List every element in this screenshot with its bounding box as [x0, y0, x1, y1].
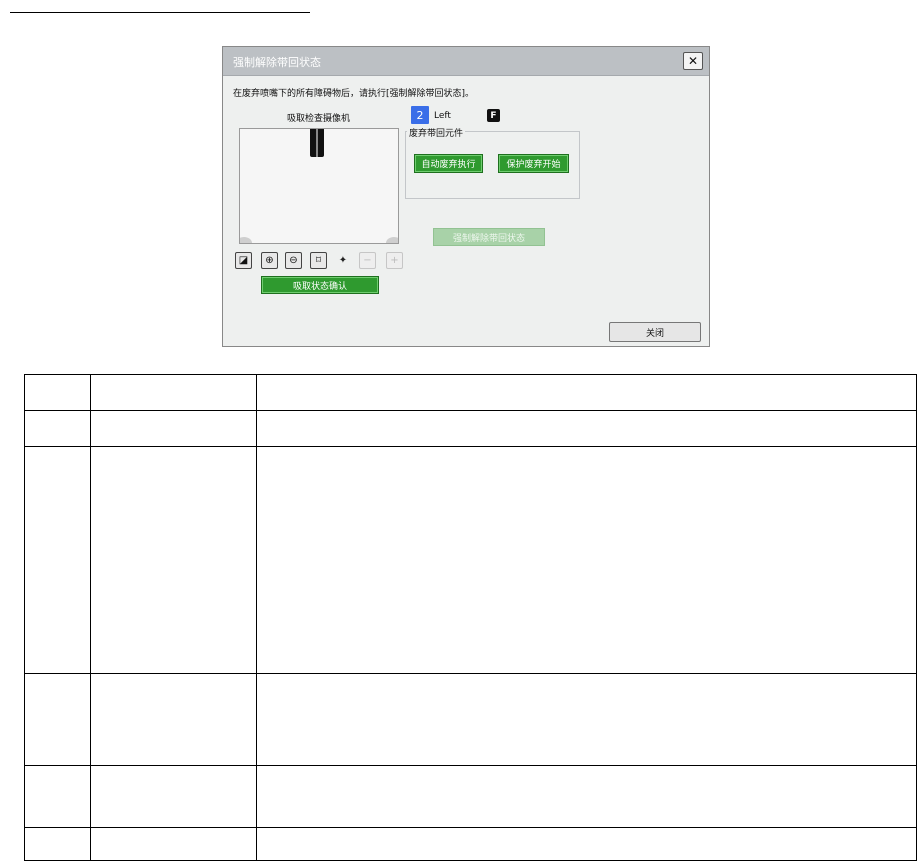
- table-cell: [24, 673, 91, 766]
- table-cell: [90, 827, 257, 861]
- nozzle-slit: [316, 129, 318, 157]
- table-row: [24, 673, 917, 766]
- light-icon[interactable]: ✦: [336, 252, 350, 269]
- dialog-titlebar: 强制解除带回状态 ✕: [223, 47, 709, 76]
- table-cell: [24, 374, 91, 411]
- table-cell: [24, 410, 91, 447]
- plus-icon[interactable]: +: [386, 252, 403, 269]
- table-cell: [256, 827, 917, 861]
- force-release-dialog: 强制解除带回状态 ✕ 在废弃喷嘴下的所有障碍物后，请执行[强制解除带回状态]。 …: [222, 46, 710, 347]
- table-row: [24, 374, 917, 411]
- table-cell: [90, 446, 257, 674]
- lens-corner-left: [240, 237, 252, 243]
- table-row: [24, 765, 917, 828]
- protect-discard-button[interactable]: 保护废弃开始: [498, 154, 569, 173]
- close-icon[interactable]: ✕: [683, 52, 703, 70]
- force-release-button[interactable]: 强制解除带回状态: [433, 228, 545, 246]
- instruction-text: 在废弃喷嘴下的所有障碍物后，请执行[强制解除带回状态]。: [233, 89, 475, 99]
- confirm-pickup-button[interactable]: 吸取状态确认: [261, 276, 379, 294]
- table-row: [24, 446, 917, 674]
- table-cell: [90, 374, 257, 411]
- table-cell: [24, 765, 91, 828]
- table-cell: [90, 765, 257, 828]
- table-cell: [24, 827, 91, 861]
- table-cell: [256, 410, 917, 447]
- nozzle-number-badge: 2: [411, 106, 429, 124]
- zoom-in-icon[interactable]: ⊕: [261, 252, 278, 269]
- description-table: [24, 374, 917, 861]
- image-save-icon[interactable]: ◪: [235, 252, 252, 269]
- discard-group-title: 废弃带回元件: [407, 126, 466, 139]
- table-cell: [256, 673, 917, 766]
- dialog-title: 强制解除带回状态: [233, 56, 321, 69]
- table-row: [24, 827, 917, 861]
- table-row: [24, 410, 917, 447]
- zoom-out-icon[interactable]: ⊖: [285, 252, 302, 269]
- table-cell: [90, 673, 257, 766]
- minus-icon[interactable]: −: [359, 252, 376, 269]
- nozzle-side-label: Left: [434, 111, 451, 121]
- table-cell: [256, 374, 917, 411]
- header-rule: [10, 12, 310, 13]
- close-button[interactable]: 关闭: [609, 322, 701, 342]
- lens-corner-right: [386, 237, 398, 243]
- table-cell: [90, 410, 257, 447]
- auto-discard-button[interactable]: 自动废弃执行: [414, 154, 483, 173]
- f-flag-icon: F: [487, 109, 500, 122]
- table-cell: [24, 446, 91, 674]
- camera-label: 吸取检查摄像机: [287, 114, 351, 124]
- fit-icon[interactable]: ⌑: [310, 252, 327, 269]
- table-cell: [256, 446, 917, 674]
- camera-preview: [239, 128, 399, 244]
- table-cell: [256, 765, 917, 828]
